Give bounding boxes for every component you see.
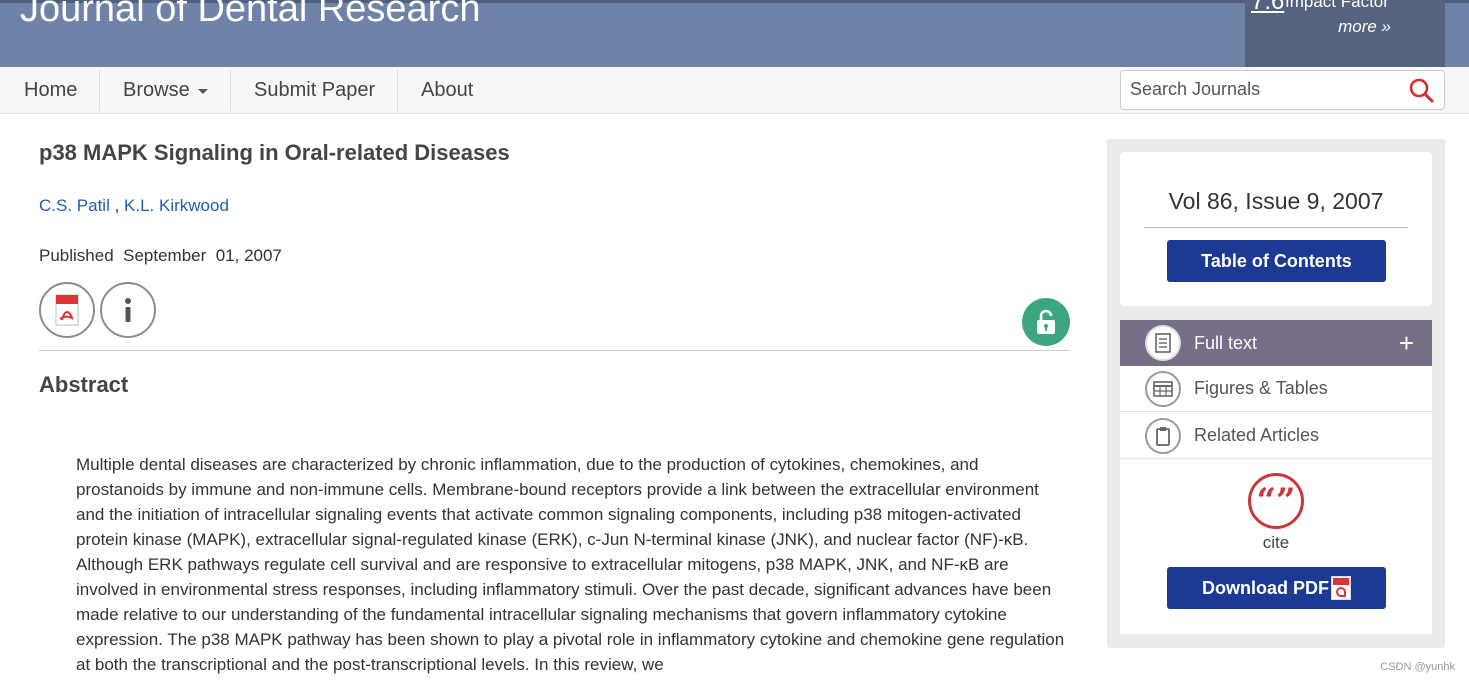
download-pdf-label: Download PDF: [1202, 577, 1329, 598]
nav-about[interactable]: About: [399, 70, 495, 111]
info-icon: [125, 298, 131, 322]
article-sidebar: Vol 86, Issue 9, 2007 Table of Contents …: [1107, 139, 1445, 648]
journal-banner: Journal of Dental Research 7.6 Impact Fa…: [0, 0, 1469, 67]
pdf-icon: [55, 294, 79, 326]
impact-more-link[interactable]: more »: [1338, 17, 1391, 37]
plus-icon[interactable]: +: [1399, 330, 1414, 356]
issue-card: Vol 86, Issue 9, 2007 Table of Contents: [1120, 152, 1432, 306]
sidebar-menu: Full text + Figures & Tables Related Art…: [1120, 320, 1432, 634]
menu-item-related-articles[interactable]: Related Articles: [1120, 413, 1432, 459]
nav-submit-paper-label: Submit Paper: [254, 79, 376, 101]
clipboard-icon: [1145, 417, 1181, 454]
nav-browse[interactable]: Browse: [101, 70, 231, 111]
caret-down-icon: [197, 89, 208, 94]
author-link[interactable]: K.L. Kirkwood: [124, 196, 229, 215]
cite-label[interactable]: cite: [1120, 533, 1432, 553]
issue-info: Vol 86, Issue 9, 2007: [1168, 188, 1384, 214]
table-of-contents-button[interactable]: Table of Contents: [1167, 240, 1386, 282]
section-divider: [39, 350, 1070, 351]
nav-home[interactable]: Home: [2, 70, 101, 111]
abstract-text: Multiple dental diseases are characteriz…: [76, 455, 1065, 674]
cite-icon[interactable]: “”: [1248, 473, 1304, 529]
search-input[interactable]: [1130, 79, 1390, 100]
watermark: CSDN @yunhk: [1380, 661, 1455, 673]
menu-item-label: Related Articles: [1194, 425, 1320, 445]
document-icon: [1145, 325, 1181, 361]
impact-factor-label: Impact Factor: [1285, 0, 1389, 11]
nav-browse-label: Browse: [123, 79, 190, 101]
author-link[interactable]: C.S. Patil: [39, 196, 110, 215]
nav-home-label: Home: [24, 79, 78, 101]
menu-item-full-text[interactable]: Full text +: [1120, 320, 1432, 366]
menu-item-figures-tables[interactable]: Figures & Tables: [1120, 366, 1432, 412]
info-button[interactable]: [100, 282, 156, 338]
abstract-heading: Abstract: [39, 372, 129, 397]
impact-factor-value[interactable]: 7.6: [1251, 0, 1284, 16]
download-pdf-button[interactable]: Download PDF: [1167, 567, 1386, 609]
article-title: p38 MAPK Signaling in Oral-related Disea…: [39, 140, 510, 165]
search-box: [1120, 70, 1445, 110]
issue-divider: [1144, 227, 1408, 228]
unlock-icon: [1037, 309, 1055, 334]
journal-title[interactable]: Journal of Dental Research: [20, 0, 480, 31]
impact-factor-box: 7.6 Impact Factor more »: [1245, 0, 1445, 67]
pdf-icon: [1331, 576, 1351, 600]
published-date: Published September 01, 2007: [39, 246, 282, 265]
author-list: C.S. Patil , K.L. Kirkwood: [39, 196, 229, 216]
author-separator: ,: [109, 196, 125, 215]
search-icon[interactable]: [1408, 77, 1434, 103]
nav-submit-paper[interactable]: Submit Paper: [232, 70, 399, 111]
pdf-button[interactable]: [39, 282, 95, 338]
main-navbar: Home Browse Submit Paper About: [0, 67, 1469, 114]
menu-item-label: Full text: [1194, 332, 1258, 353]
table-icon: [1145, 370, 1181, 407]
menu-item-label: Figures & Tables: [1194, 378, 1328, 398]
nav-about-label: About: [421, 79, 474, 101]
open-access-lock[interactable]: [1022, 298, 1070, 346]
